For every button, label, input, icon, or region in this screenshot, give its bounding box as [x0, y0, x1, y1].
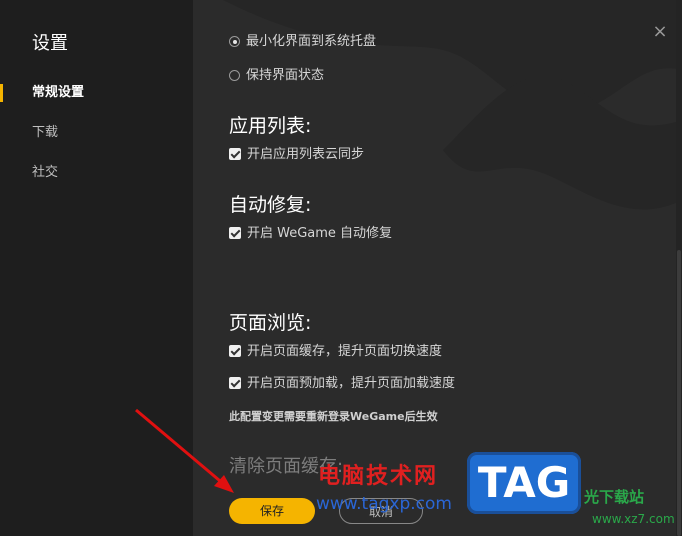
page-preload-checkbox[interactable]: 开启页面预加载，提升页面加载速度 [229, 375, 455, 393]
settings-content: × 最小化界面到系统托盘 保持界面状态 应用列表: 开启应用列表云同步 自动修复… [193, 0, 682, 536]
cloud-sync-checkbox[interactable]: 开启应用列表云同步 [229, 146, 364, 164]
checkbox-checked-icon[interactable] [229, 148, 241, 160]
watermark-url: www.tagxp.com [316, 494, 452, 514]
page-preload-label: 开启页面预加载，提升页面加载速度 [247, 376, 456, 391]
checkbox-checked-icon[interactable] [229, 227, 241, 239]
sidebar-item-general[interactable]: 常规设置 [0, 81, 193, 105]
watermark-tag-logo: TAG [467, 452, 581, 514]
sidebar-item-download[interactable]: 下载 [0, 121, 193, 145]
keep-window-state-label: 保持界面状态 [246, 68, 325, 83]
watermark-text: 电脑技术网 [318, 464, 439, 489]
watermark-site-name: 光下载站 [584, 488, 645, 506]
sidebar-item-label: 社交 [32, 165, 59, 180]
watermark-site-url: www.xz7.com [592, 512, 675, 526]
sidebar-item-label: 下载 [32, 125, 59, 140]
app-list-heading: 应用列表: [229, 115, 312, 137]
save-button[interactable]: 保存 [229, 498, 315, 524]
close-icon[interactable]: × [652, 23, 668, 41]
page-cache-label: 开启页面缓存，提升页面切换速度 [247, 344, 443, 359]
keep-window-state-option[interactable]: 保持界面状态 [229, 67, 324, 85]
auto-repair-label: 开启 WeGame 自动修复 [247, 226, 393, 241]
sidebar: 设置 常规设置 下载 社交 [0, 0, 193, 536]
page-cache-checkbox[interactable]: 开启页面缓存，提升页面切换速度 [229, 343, 442, 361]
cloud-sync-label: 开启应用列表云同步 [247, 147, 365, 162]
scrollbar-thumb[interactable] [677, 250, 681, 536]
relogin-note: 此配置变更需要重新登录WeGame后生效 [229, 410, 438, 423]
auto-repair-checkbox[interactable]: 开启 WeGame 自动修复 [229, 225, 392, 243]
radio-selected-icon[interactable] [229, 36, 240, 47]
checkbox-checked-icon[interactable] [229, 345, 241, 357]
settings-title: 设置 [32, 33, 68, 54]
page-browse-heading: 页面浏览: [229, 312, 312, 334]
checkbox-checked-icon[interactable] [229, 377, 241, 389]
radio-unselected-icon[interactable] [229, 70, 240, 81]
minimize-to-tray-option[interactable]: 最小化界面到系统托盘 [229, 33, 376, 51]
sidebar-item-social[interactable]: 社交 [0, 161, 193, 185]
auto-repair-heading: 自动修复: [229, 194, 312, 216]
minimize-to-tray-label: 最小化界面到系统托盘 [246, 34, 377, 49]
sidebar-item-label: 常规设置 [32, 85, 85, 100]
scrollbar[interactable] [676, 0, 682, 536]
